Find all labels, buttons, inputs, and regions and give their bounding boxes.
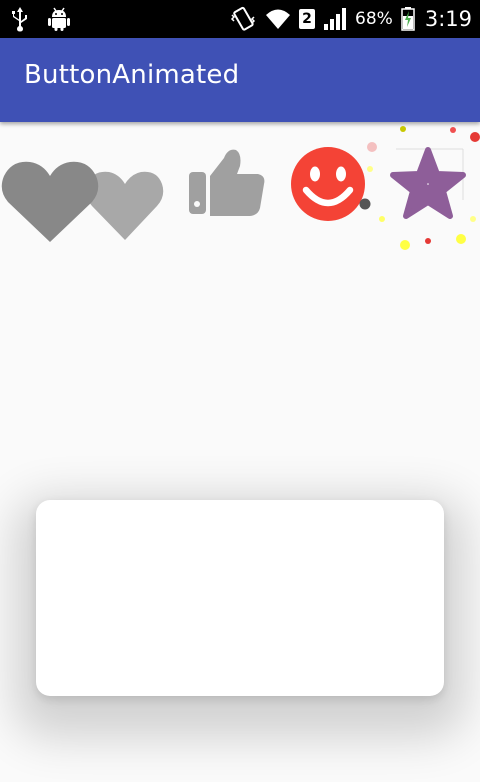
vibrate-icon bbox=[230, 6, 256, 31]
clock: 3:19 bbox=[424, 7, 472, 31]
battery-charging-icon bbox=[401, 7, 415, 31]
heart-icon bbox=[1, 161, 164, 242]
android-icon bbox=[48, 7, 70, 31]
confetti-burst bbox=[359, 126, 480, 250]
sim-icon: 2 bbox=[299, 9, 316, 29]
star-button[interactable] bbox=[356, 122, 480, 262]
thumb-up-icon bbox=[189, 149, 265, 216]
animated-buttons-row bbox=[0, 122, 480, 262]
status-bar: 2 68% 3:19 bbox=[0, 0, 480, 38]
system-icons: 2 68% 3:19 bbox=[229, 0, 472, 38]
usb-icon bbox=[12, 7, 27, 32]
battery-percent: 68% bbox=[355, 9, 393, 29]
notification-icons bbox=[10, 4, 72, 34]
thumb-up-button[interactable] bbox=[186, 146, 268, 220]
app-title: ButtonAnimated bbox=[24, 60, 240, 90]
smile-button[interactable] bbox=[290, 146, 366, 222]
wifi-icon bbox=[266, 9, 291, 29]
elevated-card bbox=[36, 500, 444, 696]
sim-slot-label: 2 bbox=[302, 11, 312, 27]
app-bar: ButtonAnimated bbox=[0, 38, 480, 122]
smile-icon bbox=[291, 147, 365, 221]
heart-button[interactable] bbox=[0, 146, 170, 246]
signal-icon bbox=[324, 8, 347, 30]
